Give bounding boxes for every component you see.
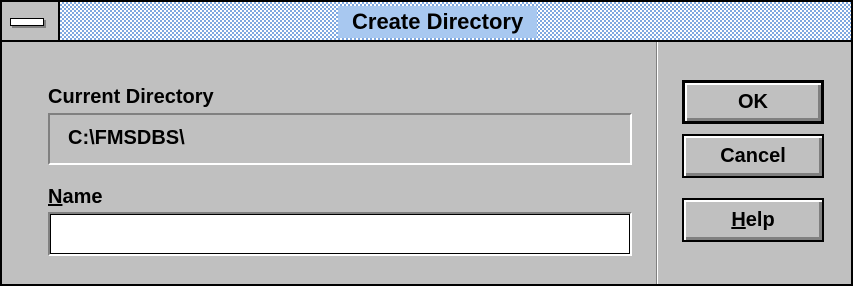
current-directory-display: C:\FMSDBS\ (48, 113, 632, 165)
ok-button[interactable]: OK (682, 80, 824, 124)
separator (656, 42, 658, 284)
current-directory-label: Current Directory (48, 86, 214, 108)
name-label-accelerator: N (48, 186, 63, 208)
name-label: Name (48, 186, 102, 209)
help-button[interactable]: Help (682, 198, 824, 242)
create-directory-dialog: Create Directory Current Directory C:\FM… (0, 0, 853, 286)
help-accelerator: H (731, 208, 746, 231)
name-label-rest: ame (62, 186, 103, 208)
current-directory-value: C:\FMSDBS\ (68, 127, 185, 149)
window-title: Create Directory (338, 6, 538, 38)
help-rest: elp (745, 208, 775, 231)
system-menu-icon (10, 18, 44, 26)
title-bar[interactable]: Create Directory (2, 2, 851, 42)
system-menu-button[interactable] (2, 2, 60, 40)
name-input[interactable] (48, 212, 632, 256)
cancel-button[interactable]: Cancel (682, 134, 824, 178)
